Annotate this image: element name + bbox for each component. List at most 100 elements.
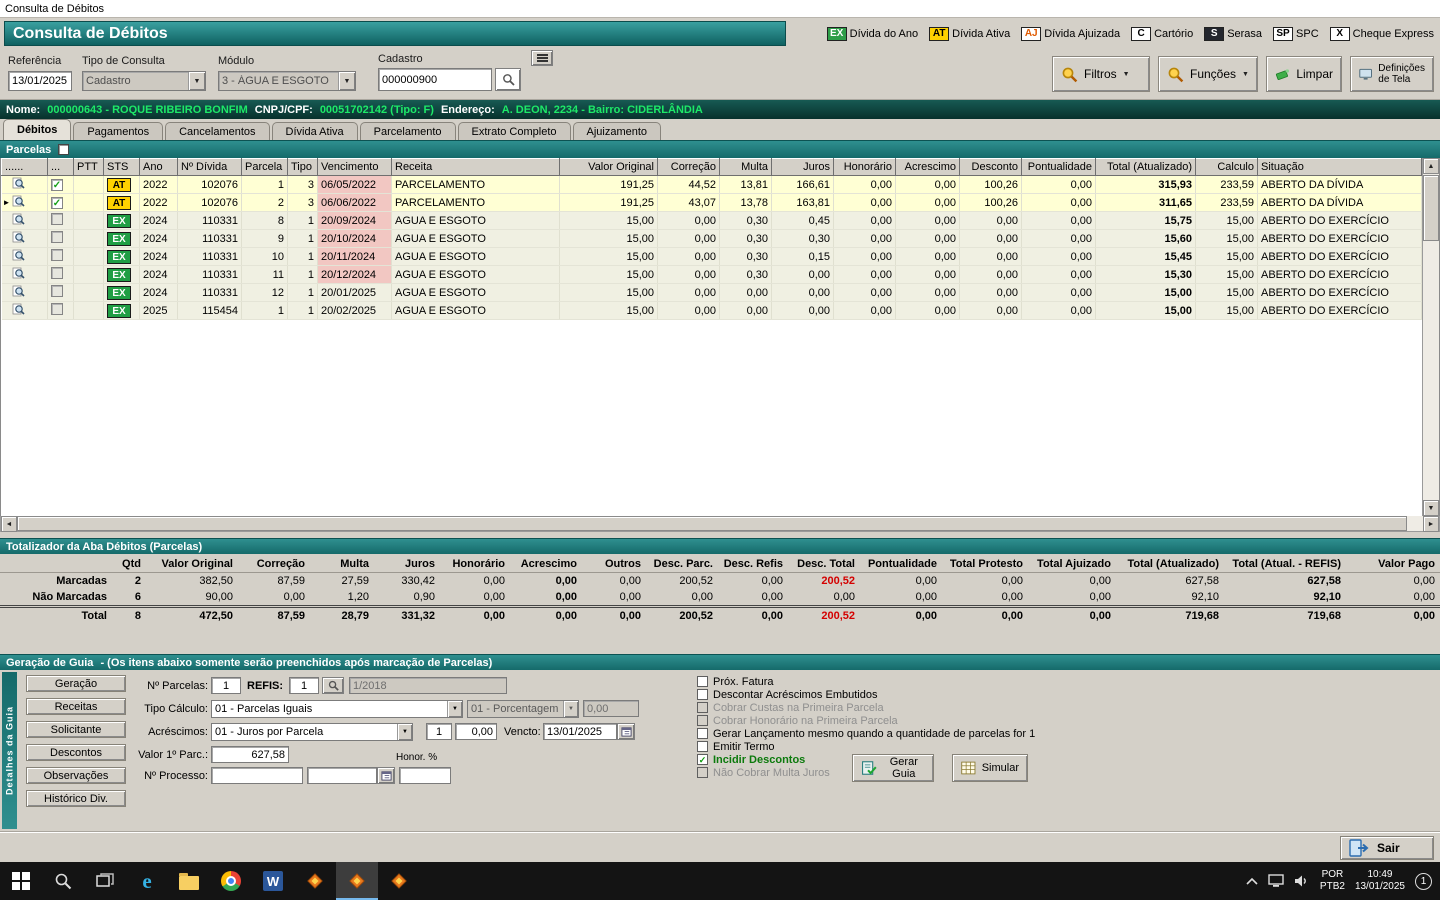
debit-row[interactable]: EX 2024 110331 8 1 20/09/2024 AGUA E ESGOTO 15,… xyxy=(1,211,1422,230)
tab-debitos[interactable]: Débitos xyxy=(3,119,72,140)
scroll-up-button[interactable]: ▲ xyxy=(1423,158,1439,174)
scroll-right-button[interactable]: ► xyxy=(1423,516,1439,532)
magnifier-icon[interactable] xyxy=(12,213,25,229)
debitos-col-parcela[interactable]: Parcela xyxy=(241,158,288,176)
parcela-checkbox[interactable] xyxy=(51,231,63,243)
debitos-col-desconto[interactable]: Desconto xyxy=(959,158,1022,176)
parcela-checkbox[interactable] xyxy=(51,303,63,315)
guia-check-prox-fatura[interactable]: Próx. Fatura xyxy=(697,676,1035,688)
erp-app-1-button[interactable] xyxy=(294,862,336,900)
simular-button[interactable]: Simular xyxy=(952,754,1028,782)
tab-cancelamentos[interactable]: Cancelamentos xyxy=(165,122,270,140)
notification-badge[interactable]: 1 xyxy=(1415,872,1432,890)
debit-row[interactable]: EX 2024 110331 11 1 20/12/2024 AGUA E ESGOTO 15… xyxy=(1,265,1422,284)
checkbox-box[interactable] xyxy=(697,689,708,700)
vencto-input[interactable] xyxy=(543,723,617,740)
tipo-consulta-select[interactable]: Cadastro ▼ xyxy=(82,71,206,91)
speaker-icon[interactable] xyxy=(1294,874,1310,888)
parcela-checkbox[interactable] xyxy=(51,213,63,225)
tab-ajuizamento[interactable]: Ajuizamento xyxy=(572,122,662,140)
modulo-select[interactable]: 3 - ÁGUA E ESGOTO ▼ xyxy=(218,71,356,91)
tab-divida-ativa[interactable]: Dívida Ativa xyxy=(271,122,358,140)
debitos-col-receita[interactable]: Receita xyxy=(391,158,560,176)
erp-app-3-button[interactable] xyxy=(378,862,420,900)
debit-row[interactable]: EX 2024 110331 9 1 20/10/2024 AGUA E ESGOTO 15,… xyxy=(1,229,1422,248)
cadastro-input[interactable] xyxy=(378,68,492,91)
cadastro-list-button[interactable] xyxy=(531,50,553,66)
horizontal-scrollbar[interactable]: ◄ ► xyxy=(0,516,1440,532)
debitos-col-pontualidade[interactable]: Pontualidade xyxy=(1021,158,1096,176)
chrome-button[interactable] xyxy=(210,862,252,900)
debit-row[interactable]: ✓ AT 2022 102076 1 3 06/05/2022 PARCELAMENTO 191… xyxy=(1,175,1422,194)
acrescimos-select[interactable]: 01 - Juros por Parcela ▼ xyxy=(211,723,413,741)
debitos-col-multa[interactable]: Multa xyxy=(719,158,772,176)
debitos-col-situacao[interactable]: Situação xyxy=(1257,158,1422,176)
processo-calendar-button[interactable] xyxy=(377,767,395,784)
magnifier-icon[interactable] xyxy=(12,231,25,247)
checkbox-box[interactable] xyxy=(697,715,708,726)
magnifier-icon[interactable] xyxy=(12,285,25,301)
debitos-col-sts[interactable]: STS xyxy=(103,158,140,176)
debitos-col-juros[interactable]: Juros xyxy=(771,158,834,176)
checkbox-box[interactable] xyxy=(697,767,708,778)
valor-1-parc-input[interactable] xyxy=(211,746,289,763)
language-indicator[interactable]: POR PTB2 xyxy=(1320,869,1345,893)
guia-check-emitir-termo[interactable]: Emitir Termo xyxy=(697,741,1035,753)
definicoes-tela-button[interactable]: Definições de Tela xyxy=(1350,56,1434,92)
debitos-col-tipo[interactable]: Tipo xyxy=(287,158,318,176)
guia-check-cobrar-honorario-na-primeira-parcela[interactable]: Cobrar Honorário na Primeira Parcela xyxy=(697,715,1035,727)
guia-check-cobrar-custas-na-primeira-parcela[interactable]: Cobrar Custas na Primeira Parcela xyxy=(697,702,1035,714)
file-explorer-button[interactable] xyxy=(168,862,210,900)
parcela-checkbox[interactable] xyxy=(51,285,63,297)
cadastro-search-button[interactable] xyxy=(495,68,521,91)
magnifier-icon[interactable] xyxy=(12,177,25,193)
guia-button-geracao[interactable]: Geração xyxy=(26,675,126,692)
filtros-button[interactable]: Filtros ▼ xyxy=(1052,56,1150,92)
debitos-col-honorario[interactable]: Honorário xyxy=(833,158,896,176)
parcela-checkbox[interactable] xyxy=(51,267,63,279)
vertical-scroll-thumb[interactable] xyxy=(1423,175,1439,241)
debitos-col-valor-original[interactable]: Valor Original xyxy=(559,158,658,176)
debitos-col-total-atualizado[interactable]: Total (Atualizado) xyxy=(1095,158,1196,176)
checkbox-box[interactable] xyxy=(697,702,708,713)
chevron-down-icon[interactable]: ▼ xyxy=(447,701,462,717)
vencto-calendar-button[interactable] xyxy=(617,723,635,740)
display-icon[interactable] xyxy=(1268,874,1284,888)
tray-expand-icon[interactable] xyxy=(1246,877,1258,885)
funcoes-button[interactable]: Funções ▼ xyxy=(1158,56,1258,92)
tipo-calculo-select[interactable]: 01 - Parcelas Iguais ▼ xyxy=(211,700,463,718)
acrescimos-valor-input[interactable] xyxy=(455,723,497,740)
acrescimos-qtd-input[interactable] xyxy=(426,723,452,740)
gerar-guia-button[interactable]: Gerar Guia xyxy=(852,754,934,782)
referencia-input[interactable] xyxy=(8,71,72,91)
magnifier-icon[interactable] xyxy=(12,303,25,319)
parcela-checkbox[interactable]: ✓ xyxy=(51,178,63,191)
checkbox-box[interactable] xyxy=(697,728,708,739)
guia-button-solicitante[interactable]: Solicitante xyxy=(26,721,126,738)
magnifier-icon[interactable] xyxy=(12,249,25,265)
debitos-col-ano[interactable]: Ano xyxy=(139,158,178,176)
n-parcelas-input[interactable] xyxy=(211,677,241,694)
parcela-checkbox[interactable] xyxy=(51,249,63,261)
refis-search-button[interactable] xyxy=(322,677,344,694)
refis-input[interactable] xyxy=(289,677,319,694)
guia-button-historico-div[interactable]: Histórico Div. xyxy=(26,790,126,807)
debit-row[interactable]: EX 2024 110331 10 1 20/11/2024 AGUA E ESGOTO 15… xyxy=(1,247,1422,266)
tab-extrato-completo[interactable]: Extrato Completo xyxy=(457,122,571,140)
checkbox-box[interactable]: ✓ xyxy=(697,754,708,765)
sair-button[interactable]: Sair xyxy=(1340,835,1434,860)
chevron-down-icon[interactable]: ▼ xyxy=(188,72,205,90)
scroll-left-button[interactable]: ◄ xyxy=(1,516,17,532)
parcela-checkbox[interactable]: ✓ xyxy=(51,196,63,209)
checkbox-box[interactable] xyxy=(697,741,708,752)
guia-button-observacoes[interactable]: Observações xyxy=(26,767,126,784)
vertical-scrollbar[interactable]: ▲ ▼ xyxy=(1422,158,1439,516)
debit-row[interactable]: ► ✓ AT 2022 102076 2 3 06/06/2022 PARCELAMENTO 19… xyxy=(1,193,1422,212)
tab-pagamentos[interactable]: Pagamentos xyxy=(73,122,164,140)
guia-check-descontar-acrescimos-embutidos[interactable]: Descontar Acréscimos Embutidos xyxy=(697,689,1035,701)
checkbox-box[interactable] xyxy=(697,676,708,687)
task-view-button[interactable] xyxy=(84,862,126,900)
debitos-col-acrescimo[interactable]: Acrescimo xyxy=(895,158,960,176)
parcelas-select-all-checkbox[interactable] xyxy=(58,144,70,155)
debitos-col-calculo[interactable]: Calculo xyxy=(1195,158,1258,176)
